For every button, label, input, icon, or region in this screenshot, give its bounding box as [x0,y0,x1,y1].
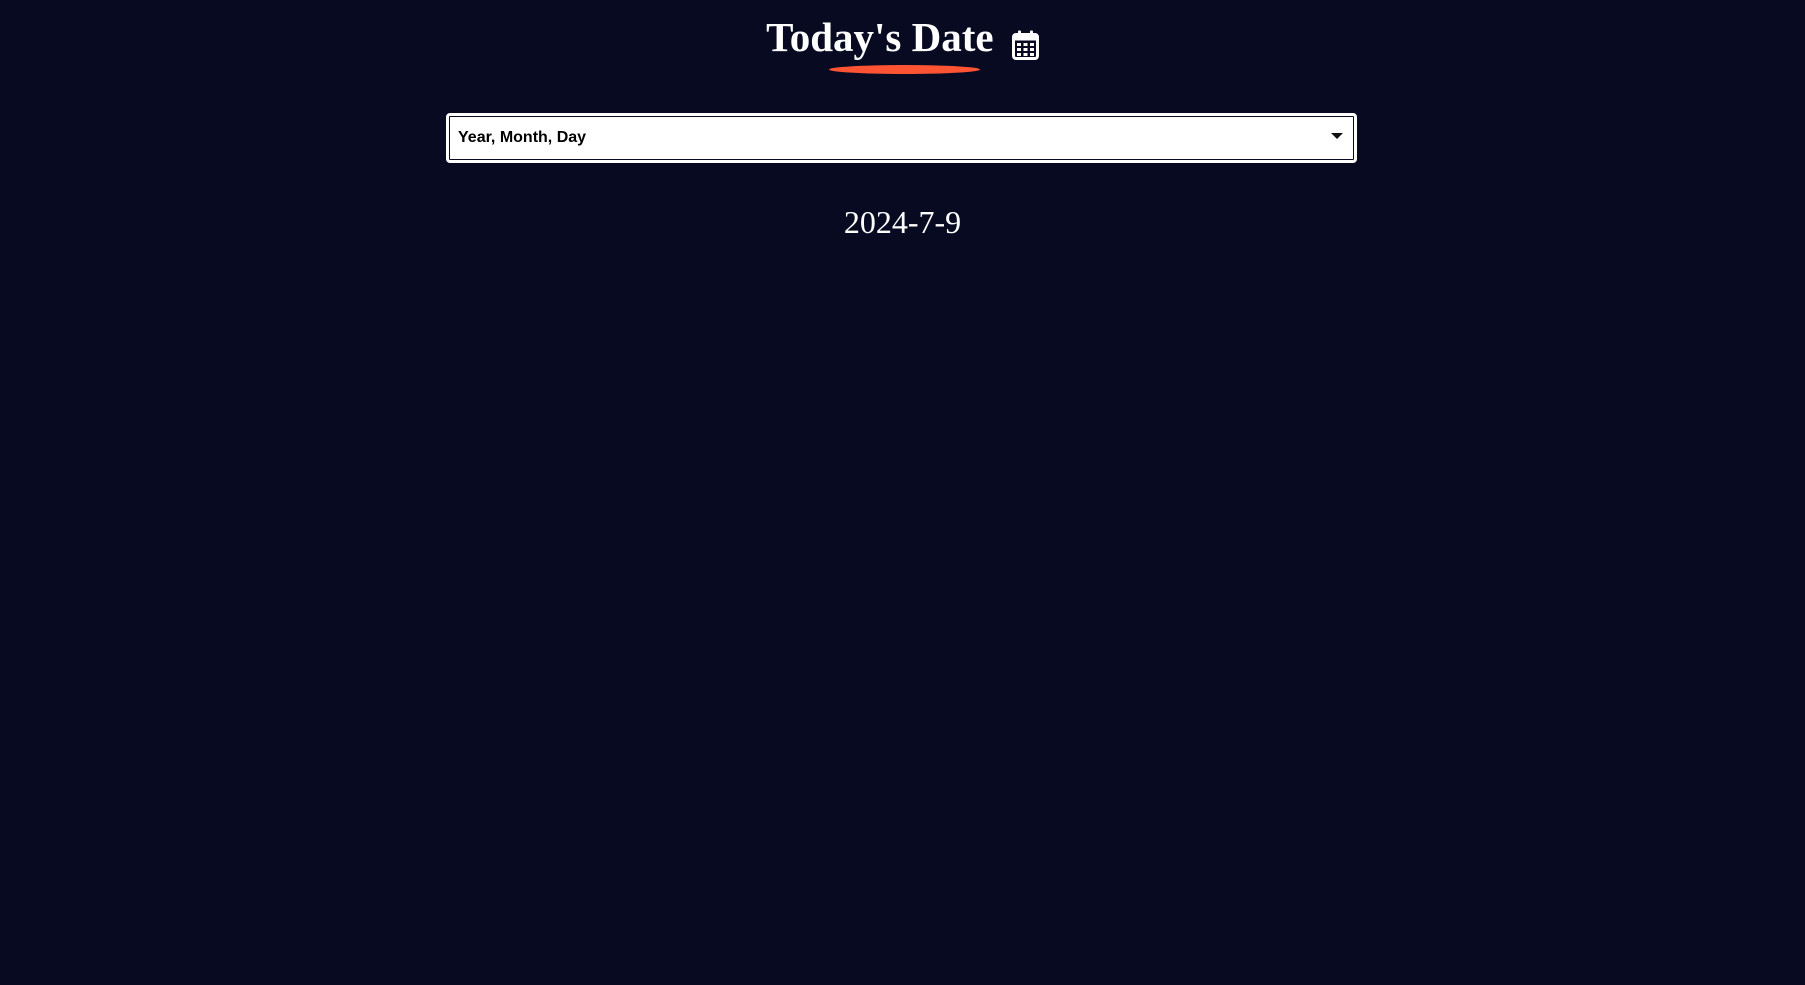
date-format-selected-value: Year, Month, Day [458,129,587,146]
page: Today's Date Year, Month, Day 2024-7-9 [0,0,1805,985]
title-underline-decoration [829,65,980,74]
page-title: Today's Date [766,13,994,60]
formatted-date-output: 2024-7-9 [843,204,962,240]
date-format-select[interactable]: Year, Month, Day [446,113,1357,163]
page-header: Today's Date [0,6,1805,63]
calendar-icon [1011,20,1039,60]
chevron-down-icon [1331,133,1343,139]
